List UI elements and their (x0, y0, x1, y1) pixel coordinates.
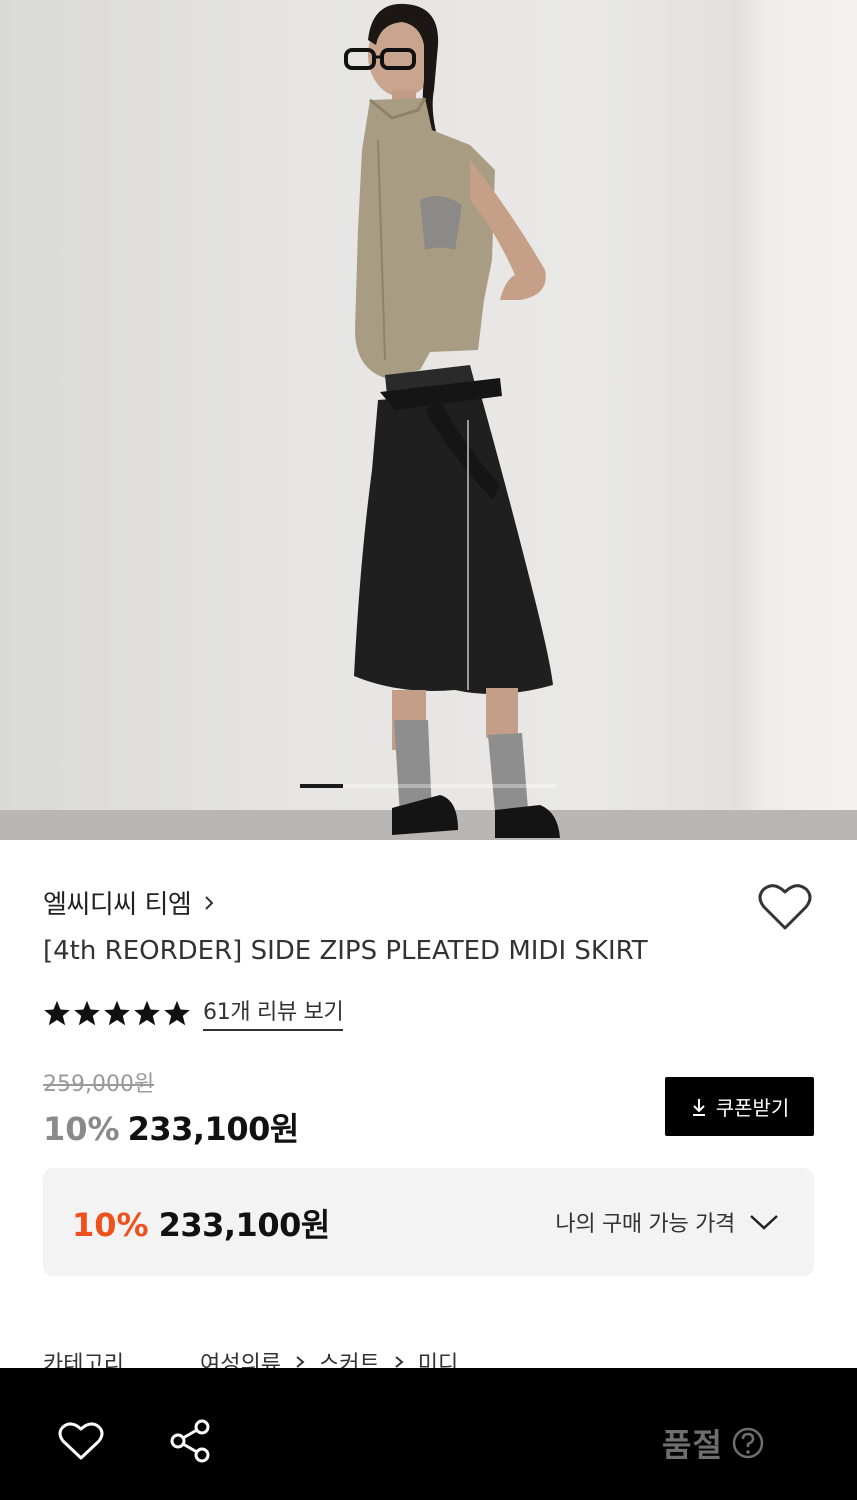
star-icon (164, 1000, 190, 1025)
star-icon (134, 1000, 160, 1025)
bottom-action-bar: 품절 (0, 1368, 857, 1500)
product-image-carousel[interactable] (0, 0, 857, 840)
product-photo (344, 3, 560, 838)
soldout-label: 품절 (662, 1426, 723, 1464)
share-icon[interactable] (168, 1418, 212, 1464)
my-price-label: 나의 구매 가능 가격 (555, 1212, 735, 1237)
star-icon (104, 1000, 130, 1025)
star-icon (44, 1000, 70, 1025)
brand-name: 엘씨디씨 티엠 (43, 890, 192, 920)
original-price: 259,000원 (43, 1072, 155, 1097)
my-price-box[interactable]: 10% 233,100원 나의 구매 가능 가격 (43, 1168, 814, 1276)
sale-price: 233,100원 (127, 1110, 300, 1148)
chevron-right-icon (395, 1356, 404, 1368)
download-icon (692, 1098, 705, 1116)
discount-rate: 10% (43, 1110, 120, 1148)
coupon-button-label: 쿠폰받기 (715, 1096, 790, 1120)
rating-stars (43, 999, 191, 1027)
brand-link[interactable]: 엘씨디씨 티엠 (43, 884, 215, 921)
carousel-indicator (300, 784, 556, 788)
price-row: 10% 233,100원 (43, 1104, 299, 1150)
carousel-indicator-active (300, 784, 343, 788)
review-link[interactable]: 61개 리뷰 보기 (203, 994, 344, 1031)
my-price-values: 10% 233,100원 (72, 1200, 330, 1246)
chevron-right-icon (296, 1356, 305, 1368)
rating-row: 61개 리뷰 보기 (43, 994, 344, 1031)
soldout-status: 품절 (662, 1420, 765, 1466)
my-price-toggle[interactable]: 나의 구매 가능 가격 (555, 1206, 779, 1238)
star-icon (74, 1000, 100, 1025)
my-price: 233,100원 (158, 1206, 331, 1244)
help-icon[interactable] (731, 1426, 765, 1460)
chevron-right-icon (205, 895, 214, 910)
heart-icon[interactable] (758, 882, 812, 932)
product-title: [4th REORDER] SIDE ZIPS PLEATED MIDI SKI… (43, 936, 648, 966)
coupon-button[interactable]: 쿠폰받기 (665, 1077, 814, 1136)
chevron-down-icon (750, 1215, 778, 1230)
my-discount-rate: 10% (72, 1206, 149, 1244)
heart-icon[interactable] (58, 1420, 104, 1462)
